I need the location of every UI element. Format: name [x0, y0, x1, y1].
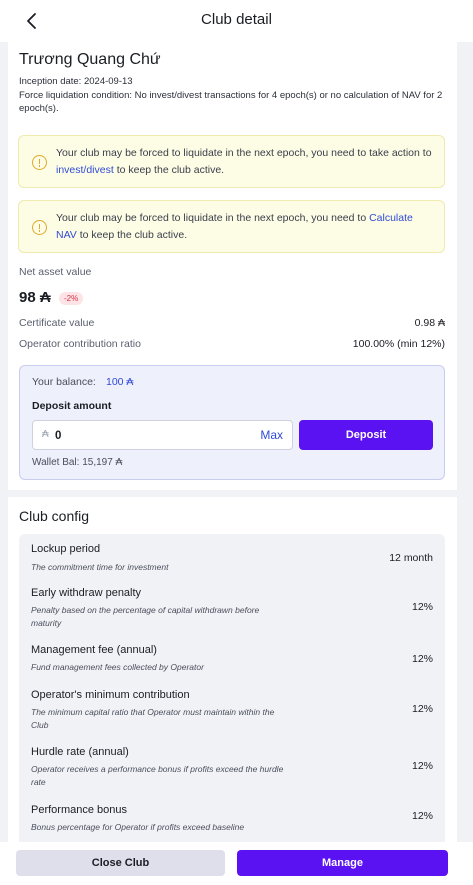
operator-ratio-label: Operator contribution ratio — [19, 338, 141, 350]
operator-ratio-value: 100.00% (min 12%) — [352, 338, 445, 350]
club-name: Trương Quang Chứ — [19, 51, 161, 68]
config-desc: The commitment time for investment — [31, 562, 169, 572]
config-desc: The minimum capital ratio that Operator … — [31, 707, 275, 730]
alert-calculate-nav: Your club may be forced to liquidate in … — [18, 200, 445, 253]
deposit-amount-input[interactable] — [55, 426, 235, 446]
inception-date: Inception date: 2024-09-13 — [19, 76, 133, 87]
config-desc: Bonus percentage for Operator if profits… — [31, 822, 245, 832]
manage-button[interactable]: Manage — [237, 850, 448, 876]
header: Club detail — [0, 0, 473, 42]
config-value: 12% — [411, 760, 433, 772]
club-config-card: Club config Lockup period The commitment… — [8, 497, 457, 842]
balance-label: Your balance: — [32, 376, 96, 388]
nav-label: Net asset value — [19, 266, 92, 278]
force-liquidation-condition: Force liquidation condition: No invest/d… — [19, 90, 443, 114]
info-icon — [32, 220, 47, 235]
deposit-button[interactable]: Deposit — [299, 420, 433, 450]
config-title: Early withdraw penalty — [31, 587, 142, 599]
config-title: Management fee (annual) — [31, 644, 157, 656]
wallet-balance: Wallet Bal: 15,197 ₳ — [32, 457, 123, 468]
config-value: 12% — [411, 810, 433, 822]
config-title: Hurdle rate (annual) — [31, 746, 129, 758]
max-button[interactable]: Max — [260, 428, 283, 442]
nav-value: 98 ₳ — [19, 289, 51, 306]
config-value: 12% — [411, 653, 433, 665]
deposit-panel: Your balance: 100 ₳ Deposit amount ₳ Max… — [19, 365, 445, 480]
config-title: Lockup period — [31, 543, 101, 555]
page-title: Club detail — [201, 11, 272, 28]
club-config-list: Lockup period The commitment time for in… — [19, 534, 445, 842]
deposit-amount-field[interactable]: ₳ Max — [32, 420, 293, 450]
config-value: 12% — [411, 703, 433, 715]
club-config-title: Club config — [19, 508, 90, 524]
config-desc: Fund management fees collected by Operat… — [31, 662, 204, 672]
footer-actions: Close Club Manage — [0, 842, 473, 885]
currency-icon: ₳ — [42, 429, 49, 440]
deposit-amount-label: Deposit amount — [32, 400, 112, 412]
alert-text: Your club may be forced to liquidate in … — [56, 147, 432, 176]
config-desc: Operator receives a performance bonus if… — [31, 764, 284, 787]
invest-divest-link[interactable]: invest/divest — [56, 164, 114, 176]
nav-change-badge: -2% — [59, 292, 84, 305]
balance-value: 100 ₳ — [106, 376, 134, 388]
info-icon — [32, 155, 47, 170]
alert-text: Your club may be forced to liquidate in … — [56, 212, 413, 241]
config-value: 12 month — [389, 552, 433, 564]
config-title: Performance bonus — [31, 804, 127, 816]
club-summary-card: Trương Quang Chứ Inception date: 2024-09… — [8, 42, 457, 490]
config-value: 12% — [411, 601, 433, 613]
config-desc: Penalty based on the percentage of capit… — [31, 605, 260, 628]
alert-invest-divest: Your club may be forced to liquidate in … — [18, 135, 445, 188]
certificate-value: 0.98 ₳ — [414, 317, 445, 329]
close-club-button[interactable]: Close Club — [16, 850, 225, 876]
certificate-value-label: Certificate value — [19, 317, 95, 329]
config-title: Operator's minimum contribution — [31, 689, 190, 701]
